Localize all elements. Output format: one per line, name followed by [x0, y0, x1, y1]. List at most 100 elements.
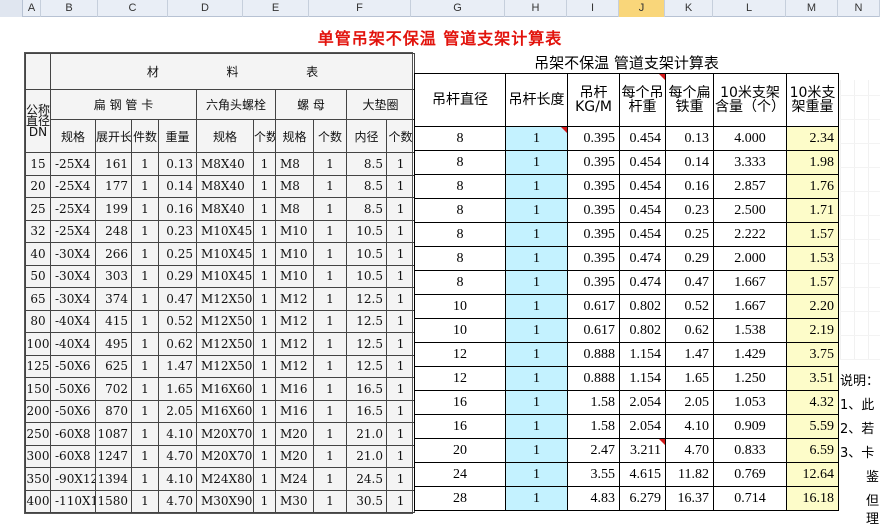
col-header-l[interactable]: L [713, 0, 786, 17]
cell-support-count[interactable]: 2.500 [713, 198, 787, 223]
cell-support-weight[interactable]: 5.59 [786, 414, 839, 439]
cell-support-weight[interactable]: 1.71 [786, 198, 839, 223]
cell-flat-iron-weight[interactable]: 4.70 [665, 438, 714, 463]
cell-support-weight[interactable]: 2.19 [786, 318, 839, 343]
cell-flat-iron-weight[interactable]: 0.14 [665, 150, 714, 175]
cell-rod-kg-per-m[interactable]: 0.395 [567, 126, 620, 151]
cell-rod-diameter[interactable]: 8 [414, 222, 506, 247]
cell-support-weight[interactable]: 1.98 [786, 150, 839, 175]
cell-support-count[interactable]: 2.000 [713, 246, 787, 271]
cell-rod-weight[interactable]: 1.154 [619, 342, 666, 367]
cell-rod-length[interactable]: 1 [505, 270, 568, 295]
cell-rod-length[interactable]: 1 [505, 414, 568, 439]
col-header-g[interactable]: G [411, 0, 505, 17]
cell-rod-weight[interactable]: 0.454 [619, 198, 666, 223]
cell-flat-iron-weight[interactable]: 0.25 [665, 222, 714, 247]
cell-rod-weight[interactable]: 2.054 [619, 390, 666, 415]
cell-rod-weight[interactable]: 0.474 [619, 270, 666, 295]
scanned-material-table-image[interactable]: 材 料 表 公称直径 DN 扁 钢 管 卡 六角头螺栓 螺 母 大垫圈 规格 展… [24, 52, 416, 514]
header-rod-diameter[interactable]: 吊杆直径 [414, 73, 506, 127]
cell-rod-kg-per-m[interactable]: 3.55 [567, 462, 620, 487]
cell-flat-iron-weight[interactable]: 0.29 [665, 246, 714, 271]
col-header-d[interactable]: D [168, 0, 243, 17]
cell-flat-iron-weight[interactable]: 0.62 [665, 318, 714, 343]
header-rod-length[interactable]: 吊杆长度 [505, 73, 568, 127]
cell-flat-iron-weight[interactable]: 0.16 [665, 174, 714, 199]
header-support-count[interactable]: 10米支架含量（个） [713, 73, 787, 127]
cell-rod-weight[interactable]: 0.454 [619, 174, 666, 199]
cell-rod-weight[interactable]: 2.054 [619, 414, 666, 439]
cell-rod-kg-per-m[interactable]: 2.47 [567, 438, 620, 463]
col-header-h[interactable]: H [505, 0, 567, 17]
cell-rod-diameter[interactable]: 16 [414, 390, 506, 415]
cell-rod-diameter[interactable]: 16 [414, 414, 506, 439]
cell-rod-weight[interactable]: 0.454 [619, 126, 666, 151]
cell-support-count[interactable]: 2.222 [713, 222, 787, 247]
cell-support-count[interactable]: 2.857 [713, 174, 787, 199]
cell-flat-iron-weight[interactable]: 11.82 [665, 462, 714, 487]
cell-rod-length[interactable]: 1 [505, 174, 568, 199]
cell-rod-length[interactable]: 1 [505, 294, 568, 319]
cell-rod-kg-per-m[interactable]: 1.58 [567, 390, 620, 415]
cell-support-weight[interactable]: 1.53 [786, 246, 839, 271]
cell-support-count[interactable]: 4.000 [713, 126, 787, 151]
cell-rod-length[interactable]: 1 [505, 222, 568, 247]
cell-flat-iron-weight[interactable]: 1.47 [665, 342, 714, 367]
cell-rod-diameter[interactable]: 10 [414, 318, 506, 343]
cell-flat-iron-weight[interactable]: 1.65 [665, 366, 714, 391]
cell-rod-weight[interactable]: 0.474 [619, 246, 666, 271]
cell-rod-diameter[interactable]: 12 [414, 366, 506, 391]
cell-rod-kg-per-m[interactable]: 4.83 [567, 486, 620, 511]
cell-rod-kg-per-m[interactable]: 0.395 [567, 150, 620, 175]
sheet-title[interactable]: 单管吊架不保温 管道支架计算表 [230, 25, 650, 49]
cell-flat-iron-weight[interactable]: 4.10 [665, 414, 714, 439]
cell-rod-length[interactable]: 1 [505, 318, 568, 343]
cell-support-count[interactable]: 0.714 [713, 486, 787, 511]
cell-rod-diameter[interactable]: 10 [414, 294, 506, 319]
col-header-a[interactable]: A [23, 0, 41, 17]
cell-support-weight[interactable]: 1.57 [786, 222, 839, 247]
cell-flat-iron-weight[interactable]: 16.37 [665, 486, 714, 511]
cell-rod-diameter[interactable]: 8 [414, 174, 506, 199]
col-header-k[interactable]: K [665, 0, 713, 17]
note-line[interactable]: 说明： [840, 370, 879, 389]
note-line[interactable]: 2、若 [840, 418, 874, 437]
cell-rod-length[interactable]: 1 [505, 438, 568, 463]
cell-rod-diameter[interactable]: 8 [414, 126, 506, 151]
cell-rod-weight[interactable]: 3.211 [619, 438, 666, 463]
cell-support-count[interactable]: 1.250 [713, 366, 787, 391]
cell-support-count[interactable]: 1.667 [713, 294, 787, 319]
cell-support-count[interactable]: 1.667 [713, 270, 787, 295]
col-header-i[interactable]: I [567, 0, 619, 17]
header-rod-kg-per-m[interactable]: 吊杆 KG/M [567, 73, 620, 127]
cell-rod-length[interactable]: 1 [505, 198, 568, 223]
cell-flat-iron-weight[interactable]: 0.13 [665, 126, 714, 151]
cell-rod-weight[interactable]: 6.279 [619, 486, 666, 511]
cell-rod-length[interactable]: 1 [505, 462, 568, 487]
note-line[interactable]: 鉴 [866, 466, 879, 485]
col-header-f[interactable]: F [309, 0, 411, 17]
cell-rod-diameter[interactable]: 28 [414, 486, 506, 511]
cell-support-count[interactable]: 0.833 [713, 438, 787, 463]
cell-support-count[interactable]: 1.429 [713, 342, 787, 367]
cell-rod-weight[interactable]: 0.802 [619, 294, 666, 319]
cell-rod-kg-per-m[interactable]: 0.395 [567, 246, 620, 271]
note-line[interactable]: 理 [866, 508, 879, 524]
cell-rod-diameter[interactable]: 8 [414, 246, 506, 271]
cell-rod-length[interactable]: 1 [505, 366, 568, 391]
cell-support-weight[interactable]: 1.76 [786, 174, 839, 199]
cell-rod-diameter[interactable]: 24 [414, 462, 506, 487]
col-header-e[interactable]: E [243, 0, 309, 17]
col-header-n[interactable]: N [838, 0, 880, 17]
col-header-j[interactable]: J [619, 0, 665, 17]
cell-rod-length[interactable]: 1 [505, 126, 568, 151]
cell-rod-diameter[interactable]: 12 [414, 342, 506, 367]
cell-rod-weight[interactable]: 0.454 [619, 150, 666, 175]
col-header-m[interactable]: M [786, 0, 838, 17]
cell-rod-weight[interactable]: 0.802 [619, 318, 666, 343]
cell-rod-length[interactable]: 1 [505, 390, 568, 415]
cell-rod-weight[interactable]: 1.154 [619, 366, 666, 391]
cell-support-count[interactable]: 3.333 [713, 150, 787, 175]
cell-support-count[interactable]: 1.053 [713, 390, 787, 415]
cell-rod-diameter[interactable]: 8 [414, 198, 506, 223]
